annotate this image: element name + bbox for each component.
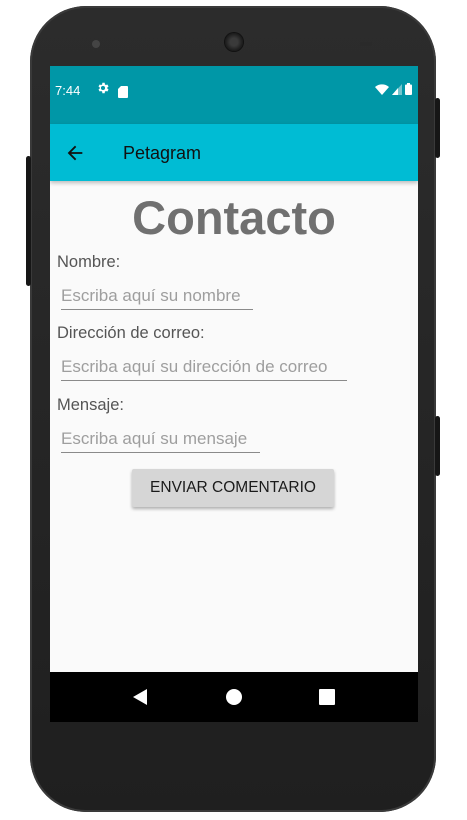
app-bar: Petagram (50, 124, 418, 181)
recents-square-icon[interactable] (317, 687, 337, 707)
proximity-sensor (360, 42, 372, 46)
side-button-left (26, 156, 31, 286)
device-screen: 7:44 Petagram Contacto Nombre: Dirección… (50, 66, 418, 722)
power-button (435, 98, 440, 158)
email-label: Dirección de correo: (57, 324, 205, 342)
wifi-icon (375, 83, 389, 95)
message-input[interactable] (61, 427, 260, 453)
page-title: Contacto (132, 191, 336, 244)
send-comment-button[interactable]: ENVIAR COMENTARIO (132, 469, 334, 507)
email-input[interactable] (61, 355, 347, 381)
sd-card-icon (118, 83, 128, 98)
name-label: Nombre: (57, 253, 121, 271)
home-circle-icon[interactable] (224, 687, 244, 707)
back-arrow-icon[interactable] (64, 142, 86, 164)
front-camera (92, 40, 100, 48)
gear-icon (96, 81, 110, 99)
back-triangle-icon[interactable] (131, 687, 151, 707)
status-bar: 7:44 (50, 66, 418, 124)
app-title: Petagram (123, 143, 202, 163)
message-label: Mensaje: (57, 396, 124, 414)
name-input[interactable] (61, 284, 253, 310)
volume-button (435, 416, 440, 476)
system-icons (375, 83, 412, 95)
battery-icon (405, 83, 412, 95)
navigation-bar (50, 672, 418, 722)
status-time: 7:44 (55, 83, 81, 98)
earpiece-speaker (225, 33, 243, 51)
signal-icon (392, 83, 402, 95)
